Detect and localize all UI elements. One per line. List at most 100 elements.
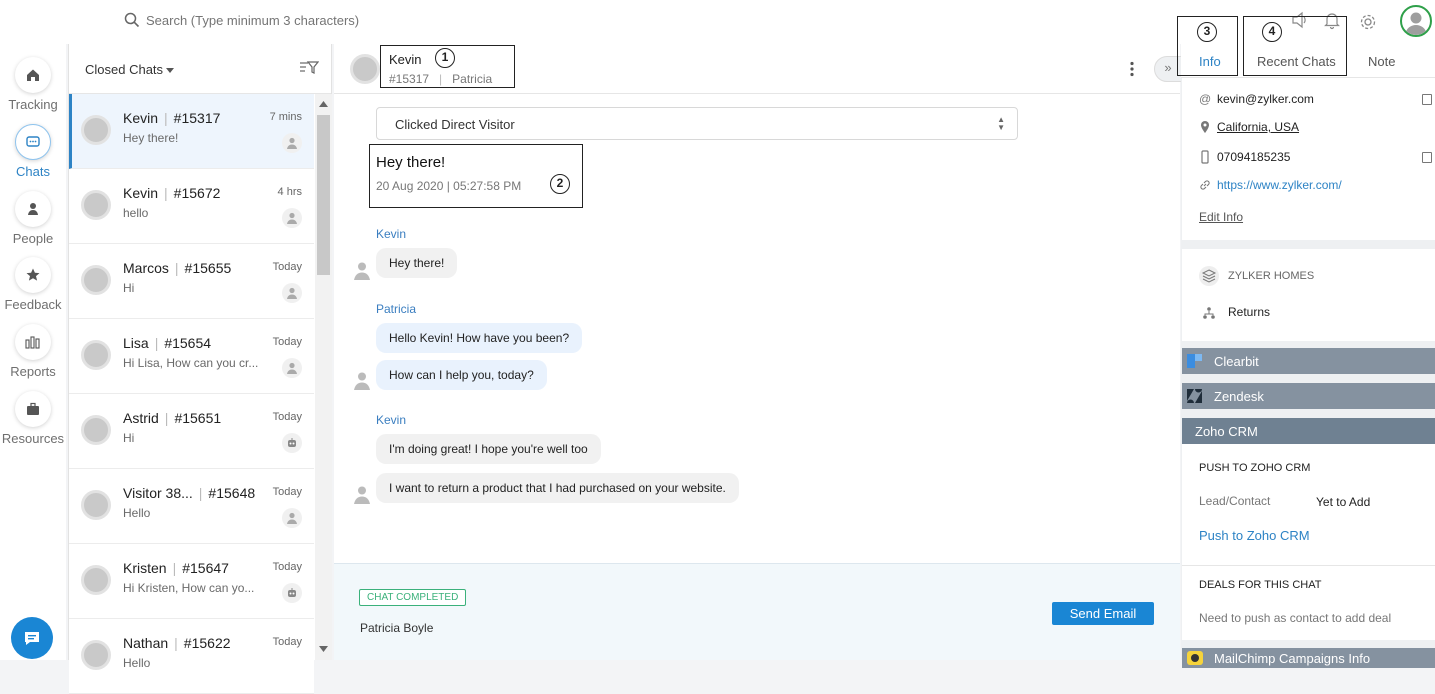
zoho-crm-bar[interactable]: Zoho CRM bbox=[1182, 418, 1435, 444]
agent-icon bbox=[282, 358, 302, 378]
zoho-crm-label: Zoho CRM bbox=[1195, 423, 1258, 439]
nav-label-reports: Reports bbox=[10, 364, 56, 379]
company-card: ZYLKER HOMES Returns bbox=[1182, 249, 1435, 341]
website-link[interactable]: https://www.zylker.com/ bbox=[1217, 178, 1342, 192]
clearbit-bar[interactable]: Clearbit bbox=[1182, 348, 1435, 374]
annotation-badge-2: 2 bbox=[550, 174, 570, 194]
chat-time: 4 hrs bbox=[277, 186, 302, 198]
chat-list-item[interactable]: Kevin | #15672 4 hrs hello bbox=[69, 169, 314, 244]
lead-value: Yet to Add bbox=[1316, 495, 1371, 509]
chat-title: Lisa | #15654 bbox=[123, 335, 212, 351]
copy-icon[interactable] bbox=[1422, 152, 1432, 163]
contact-info-card: @ kevin@zylker.com California, USA 070941… bbox=[1182, 78, 1435, 240]
visitor-avatar-icon bbox=[354, 262, 370, 280]
select-arrows-icon: ▲ ▼ bbox=[997, 115, 1005, 132]
tab-note[interactable]: Note bbox=[1368, 54, 1395, 69]
first-message: Hey there! 20 Aug 2020 | 05:27:58 PM bbox=[376, 154, 521, 193]
visitor-avatar bbox=[81, 190, 111, 220]
bot-icon bbox=[282, 583, 302, 603]
nav-feedback[interactable]: Feedback bbox=[0, 257, 66, 312]
sender-name: Kevin bbox=[376, 227, 407, 241]
clearbit-logo-icon bbox=[1187, 354, 1202, 368]
chat-list-item[interactable]: Nathan | #15622 Today Hello bbox=[69, 619, 314, 694]
location-pin-icon bbox=[1201, 121, 1209, 133]
visitor-avatar bbox=[81, 490, 111, 520]
clearbit-label: Clearbit bbox=[1214, 353, 1259, 369]
message-bubble: I want to return a product that I had pu… bbox=[376, 473, 739, 503]
scroll-thumb[interactable] bbox=[317, 115, 330, 275]
user-avatar[interactable] bbox=[1400, 5, 1432, 37]
zoho-crm-card: PUSH TO ZOHO CRM Lead/Contact Yet to Add… bbox=[1182, 444, 1435, 640]
edit-info-link[interactable]: Edit Info bbox=[1199, 210, 1243, 224]
agent-avatar-icon bbox=[354, 372, 370, 390]
chat-title: Kevin | #15317 bbox=[123, 110, 221, 126]
mailchimp-logo-icon bbox=[1187, 651, 1203, 665]
scroll-up-icon[interactable] bbox=[319, 101, 328, 107]
zendesk-bar[interactable]: Zendesk bbox=[1182, 383, 1435, 409]
chat-list-scrollbar[interactable] bbox=[315, 94, 332, 660]
send-email-button[interactable]: Send Email bbox=[1052, 602, 1154, 625]
briefcase-icon bbox=[27, 402, 39, 415]
chat-title: Astrid | #15651 bbox=[123, 410, 222, 426]
phone-icon bbox=[1201, 150, 1209, 164]
chat-list-item[interactable]: Astrid | #15651 Today Hi bbox=[69, 394, 314, 469]
visitor-source-select[interactable]: Clicked Direct Visitor ▲ ▼ bbox=[376, 107, 1018, 140]
nav-label-people: People bbox=[12, 231, 54, 246]
conversation-panel: Kevin #15317 | Patricia 1 » Clicked Direct… bbox=[334, 44, 1182, 660]
chat-list-item[interactable]: Visitor 38... | #15648 Today Hello bbox=[69, 469, 314, 544]
chat-list-item[interactable]: Kristen | #15647 Today Hi Kristen, How can… bbox=[69, 544, 314, 619]
sender-name: Kevin bbox=[376, 413, 407, 427]
chat-filter-dropdown[interactable]: Closed Chats bbox=[85, 62, 163, 77]
visitor-avatar bbox=[81, 115, 111, 145]
chat-icon bbox=[26, 136, 40, 147]
chat-list-item[interactable]: Kevin | #15317 7 mins Hey there! bbox=[69, 94, 314, 169]
chat-list-item[interactable]: Marcos | #15655 Today Hi bbox=[69, 244, 314, 319]
nav-tracking[interactable]: Tracking bbox=[0, 57, 66, 112]
nav-reports[interactable]: Reports bbox=[0, 324, 66, 379]
user-silhouette-icon bbox=[1405, 12, 1427, 35]
annotation-badge-3: 3 bbox=[1197, 22, 1217, 42]
chevron-down-icon[interactable] bbox=[166, 68, 174, 73]
chat-list-item[interactable]: Lisa | #15654 Today Hi Lisa, How can you c… bbox=[69, 319, 314, 394]
visitor-avatar bbox=[81, 415, 111, 445]
push-to-crm-link[interactable]: Push to Zoho CRM bbox=[1199, 528, 1310, 543]
left-nav: Tracking Chats People Feedback Reports R… bbox=[0, 44, 66, 660]
link-icon bbox=[1200, 180, 1210, 190]
deals-note: Need to push as contact to add deal bbox=[1199, 611, 1392, 625]
more-options-icon[interactable] bbox=[1129, 61, 1135, 77]
copy-icon[interactable] bbox=[1422, 94, 1432, 105]
mailchimp-bar[interactable]: MailChimp Campaigns Info bbox=[1182, 648, 1435, 668]
chat-title: Kevin | #15672 bbox=[123, 185, 221, 201]
location-value[interactable]: California, USA bbox=[1217, 120, 1299, 134]
chat-preview: Hi bbox=[123, 431, 135, 445]
chat-preview: Hello bbox=[123, 656, 151, 670]
zendesk-logo-icon bbox=[1187, 389, 1202, 403]
nav-people[interactable]: People bbox=[0, 191, 66, 246]
nav-resources[interactable]: Resources bbox=[0, 391, 66, 446]
conversation-header: Kevin #15317 | Patricia 1 » bbox=[334, 44, 1182, 94]
nav-chats[interactable]: Chats bbox=[0, 124, 66, 179]
chat-preview: Hi Lisa, How can you cr... bbox=[123, 356, 259, 370]
layers-icon bbox=[1199, 266, 1219, 286]
search-input[interactable] bbox=[146, 13, 546, 28]
search-icon[interactable] bbox=[124, 12, 140, 28]
chat-fab-button[interactable] bbox=[11, 617, 53, 659]
chat-preview: Hi Kristen, How can yo... bbox=[123, 581, 255, 595]
message-bubble: Hey there! bbox=[376, 248, 458, 278]
scroll-down-icon[interactable] bbox=[319, 646, 328, 652]
gear-icon[interactable] bbox=[1358, 12, 1378, 32]
department-value: Returns bbox=[1228, 305, 1271, 319]
first-message-text: Hey there! bbox=[376, 154, 446, 171]
filter-icon[interactable] bbox=[299, 60, 319, 76]
nav-label-feedback: Feedback bbox=[4, 297, 62, 312]
visitor-info-panel: Info Recent Chats Note 3 4 @ kevin@zylker… bbox=[1177, 16, 1435, 668]
divider bbox=[1182, 565, 1435, 566]
company-name: ZYLKER HOMES bbox=[1228, 270, 1315, 282]
bar-chart-icon bbox=[25, 336, 40, 349]
status-badge: CHAT COMPLETED bbox=[359, 589, 467, 606]
agent-icon bbox=[282, 508, 302, 528]
agent-icon bbox=[282, 208, 302, 228]
annotation-badge-4: 4 bbox=[1262, 22, 1282, 42]
deals-heading: DEALS FOR THIS CHAT bbox=[1199, 579, 1322, 591]
chat-time: Today bbox=[272, 336, 302, 348]
